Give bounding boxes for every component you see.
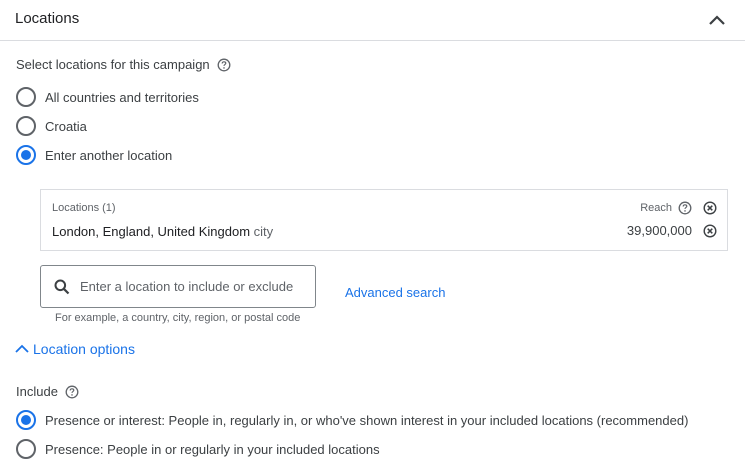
- locations-count-heading: Locations (1): [52, 202, 116, 214]
- location-reach-value: 39,900,000: [626, 223, 692, 238]
- radio-button[interactable]: [16, 87, 36, 107]
- help-icon[interactable]: [217, 58, 231, 72]
- remove-all-icon[interactable]: [703, 201, 717, 215]
- search-icon: [54, 279, 70, 294]
- help-icon[interactable]: [65, 385, 79, 399]
- radio-label: All countries and territories: [45, 89, 199, 105]
- location-options-toggle[interactable]: Location options: [13, 341, 135, 357]
- location-options-label: Location options: [33, 341, 135, 357]
- select-locations-text: Select locations for this campaign: [16, 57, 210, 72]
- remove-location-icon[interactable]: [703, 223, 717, 238]
- search-hint: For example, a country, city, region, or…: [55, 312, 301, 324]
- radio-button[interactable]: [16, 439, 36, 459]
- radio-button-selected[interactable]: [16, 145, 36, 165]
- radio-label: Croatia: [45, 118, 87, 134]
- radio-another-location[interactable]: Enter another location: [16, 145, 172, 165]
- include-text: Include: [16, 384, 58, 399]
- radio-label: Enter another location: [45, 147, 173, 163]
- selected-locations-box: Locations (1) Reach London, England, Uni…: [40, 189, 728, 251]
- radio-button[interactable]: [16, 116, 36, 136]
- help-icon[interactable]: [678, 201, 692, 215]
- include-label: Include: [16, 384, 79, 399]
- location-item: London, England, United Kingdom city: [52, 224, 273, 239]
- chevron-up-icon: [15, 344, 29, 353]
- advanced-search-link[interactable]: Advanced search: [345, 285, 445, 300]
- location-search-input[interactable]: [80, 279, 300, 294]
- section-title: Locations: [15, 10, 80, 27]
- radio-presence-or-interest[interactable]: Presence or interest: People in, regular…: [16, 410, 688, 430]
- radio-croatia[interactable]: Croatia: [16, 116, 87, 136]
- location-reach: 39,900,000: [627, 223, 717, 238]
- radio-presence[interactable]: Presence: People in or regularly in your…: [16, 439, 380, 459]
- reach-label: Reach: [640, 202, 672, 214]
- reach-header: Reach: [640, 201, 717, 215]
- radio-label: Presence: People in or regularly in your…: [45, 441, 380, 457]
- select-locations-label: Select locations for this campaign: [16, 57, 231, 72]
- locations-header: Locations: [0, 0, 745, 41]
- radio-all-countries[interactable]: All countries and territories: [16, 87, 199, 107]
- radio-button-selected[interactable]: [16, 410, 36, 430]
- collapse-button[interactable]: [706, 10, 728, 30]
- location-search-box[interactable]: [40, 265, 316, 308]
- location-type: city: [253, 224, 274, 239]
- location-name: London, England, United Kingdom: [52, 224, 251, 239]
- radio-label: Presence or interest: People in, regular…: [45, 412, 689, 428]
- chevron-up-icon: [709, 15, 725, 25]
